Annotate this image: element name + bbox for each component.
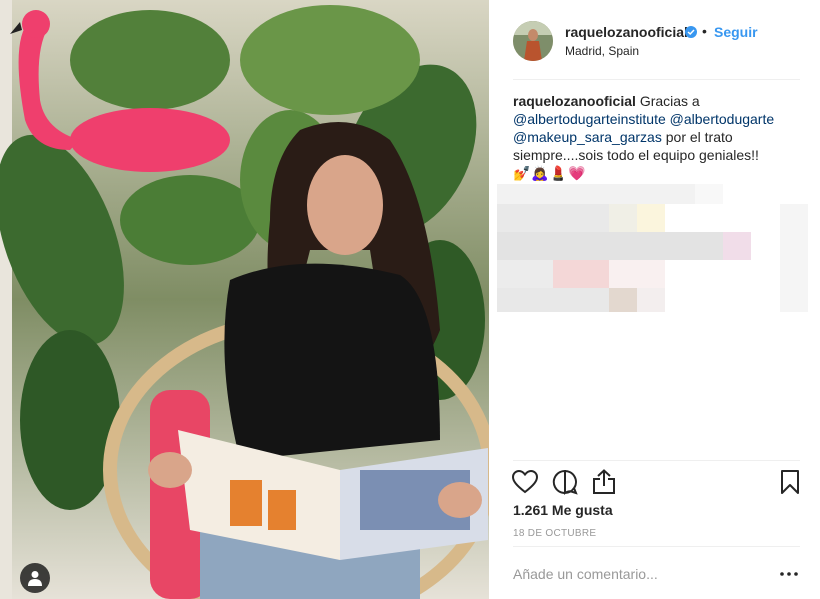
user-tag-icon <box>28 571 42 586</box>
actions-divider <box>513 460 800 461</box>
post-header: raquelozanooficial • Seguir Madrid, Spai… <box>489 0 820 80</box>
comment-divider <box>513 546 800 547</box>
save-button[interactable] <box>776 468 804 496</box>
heart-icon <box>512 470 538 494</box>
header-divider <box>513 79 800 80</box>
avatar[interactable] <box>513 21 553 61</box>
mention-link[interactable]: @albertodugarteinstitute <box>513 111 666 127</box>
more-dots-icon <box>780 572 798 576</box>
more-options-button[interactable] <box>779 566 799 582</box>
post-username[interactable]: raquelozanooficial <box>565 24 688 40</box>
pixelated-comments <box>497 184 808 312</box>
post-side-panel: raquelozanooficial • Seguir Madrid, Spai… <box>489 0 820 599</box>
post-location[interactable]: Madrid, Spain <box>565 44 639 58</box>
share-icon <box>593 469 615 494</box>
mention-link[interactable]: @albertodugarte <box>670 111 775 127</box>
post-photo[interactable] <box>0 0 489 599</box>
post-caption: raquelozanooficial Gracias a @albertodug… <box>513 92 803 182</box>
like-button[interactable] <box>511 468 539 496</box>
comment-input[interactable]: Añade un comentario... <box>513 566 658 582</box>
caption-author[interactable]: raquelozanooficial <box>513 93 636 109</box>
avatar-image <box>513 21 553 61</box>
follow-button[interactable]: Seguir <box>714 24 758 40</box>
action-bar <box>489 462 820 502</box>
separator-dot: • <box>702 23 707 39</box>
post-date[interactable]: 18 DE OCTUBRE <box>513 528 596 539</box>
likes-count[interactable]: 1.261 Me gusta <box>513 502 613 518</box>
post-image <box>0 0 489 599</box>
verified-badge-icon <box>685 26 697 38</box>
bookmark-icon <box>781 470 799 494</box>
comment-bubble-icon <box>552 469 578 495</box>
caption-emojis: 💅🙇‍♀️💄💗 <box>513 165 587 181</box>
comment-button[interactable] <box>551 468 579 496</box>
mention-link[interactable]: @makeup_sara_garzas <box>513 129 662 145</box>
user-tag-button[interactable] <box>20 563 50 593</box>
share-button[interactable] <box>590 468 618 496</box>
caption-text-start: Gracias a <box>639 93 700 109</box>
